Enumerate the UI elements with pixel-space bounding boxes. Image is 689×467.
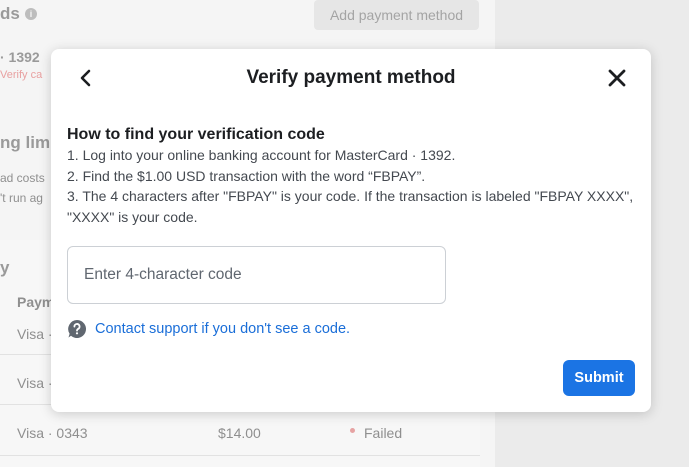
close-icon	[608, 69, 626, 87]
bg-payment-column: Paym	[17, 294, 55, 310]
bg-card-number: · 1392	[0, 49, 40, 65]
bg-activity-title: y	[0, 258, 10, 277]
bg-add-payment-button: Add payment method	[314, 0, 479, 30]
bg-run-text: 't run ag	[0, 191, 43, 205]
verify-payment-dialog: Verify payment method How to find your v…	[51, 49, 651, 412]
contact-support[interactable]: Contact support if you don't see a code.	[67, 319, 350, 339]
verification-instructions: How to find your verification code 1. Lo…	[67, 125, 637, 227]
instruction-step: 3. The 4 characters after "FBPAY" is you…	[67, 188, 634, 225]
contact-support-link[interactable]: Contact support if you don't see a code.	[95, 321, 350, 337]
close-button[interactable]	[604, 65, 630, 91]
info-icon: i	[25, 8, 37, 20]
bg-costs-text: ad costs	[0, 171, 45, 185]
bg-row-amount: $14.00	[218, 425, 261, 441]
failed-status-dot	[350, 428, 355, 433]
bg-row-method: Visa ·	[17, 326, 53, 342]
divider	[0, 455, 480, 456]
instructions-heading: How to find your verification code	[67, 126, 325, 143]
question-bubble-icon	[68, 320, 87, 338]
bg-row-status: Failed	[364, 425, 403, 441]
bg-row-method: Visa ·	[17, 375, 53, 391]
bg-row-method: Visa · 0343	[17, 425, 88, 441]
bg-verify-text: Verify ca	[0, 69, 43, 81]
verification-code-input[interactable]	[67, 246, 446, 304]
dialog-title: Verify payment method	[246, 67, 456, 88]
instruction-step: 2. Find the $1.00 USD transaction with t…	[67, 167, 426, 184]
bg-section-title: ds	[0, 4, 20, 23]
instruction-step: 1. Log into your online banking account …	[67, 147, 456, 163]
submit-button[interactable]: Submit	[563, 360, 635, 396]
